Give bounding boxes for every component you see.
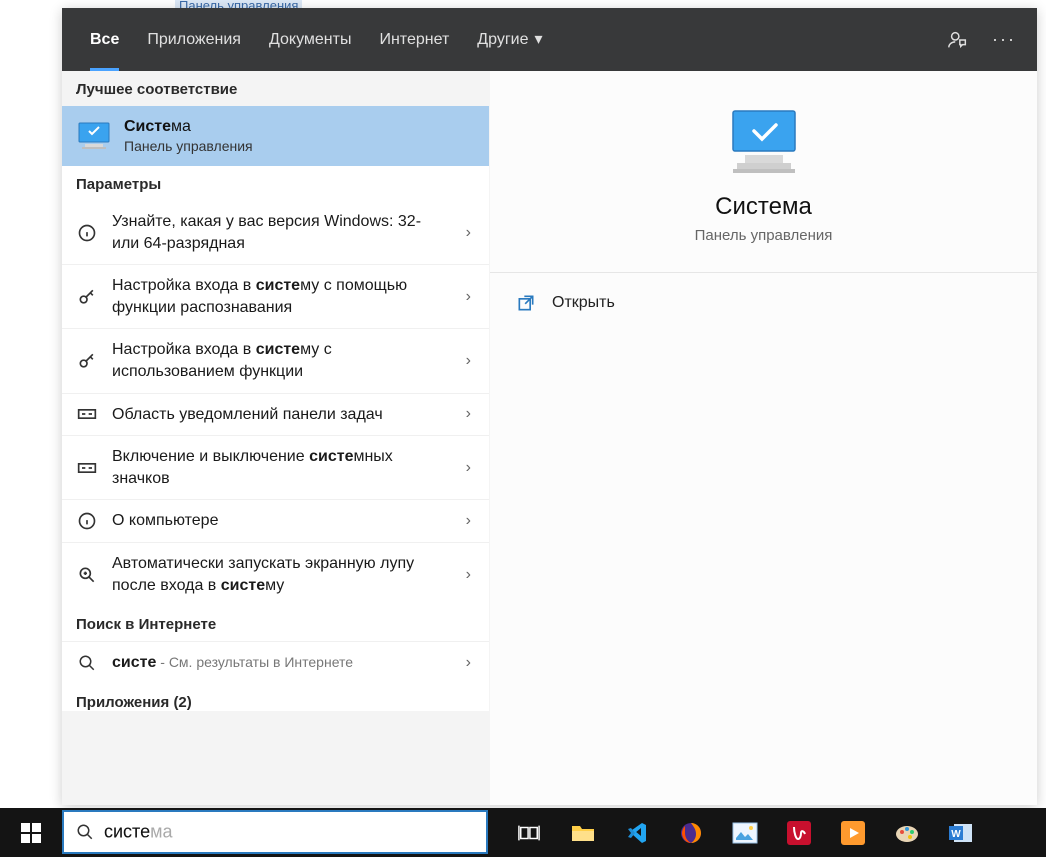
image-viewer-icon[interactable] <box>718 808 772 857</box>
settings-result[interactable]: Включение и выключение системных значков… <box>62 435 489 499</box>
preview-title: Система <box>510 193 1017 221</box>
result-text: Область уведомлений панели задач <box>112 404 448 426</box>
preview-open-action[interactable]: Открыть <box>490 273 1037 333</box>
taskbar-search-box[interactable]: система систе <box>62 810 488 854</box>
result-text: Узнайте, какая у вас версия Windows: 32-… <box>112 211 448 254</box>
result-text: Настройка входа в систему с использовани… <box>112 339 448 382</box>
search-tabs: Все Приложения Документы Интернет Другие… <box>62 8 1037 71</box>
chevron-right-icon: › <box>462 224 475 242</box>
chevron-right-icon: › <box>462 512 475 530</box>
open-icon <box>516 293 536 313</box>
settings-result[interactable]: Узнайте, какая у вас версия Windows: 32-… <box>62 201 489 264</box>
section-best-match: Лучшее соответствие <box>62 71 489 106</box>
section-settings: Параметры <box>62 166 489 201</box>
settings-result[interactable]: О компьютере › <box>62 499 489 542</box>
preview-open-label: Открыть <box>552 294 615 312</box>
search-input[interactable] <box>104 822 336 843</box>
search-icon <box>76 654 98 672</box>
result-text: Настройка входа в систему с помощью функ… <box>112 275 448 318</box>
settings-result[interactable]: Область уведомлений панели задач › <box>62 393 489 436</box>
chevron-right-icon: › <box>462 288 475 306</box>
preview-monitor-icon <box>510 107 1017 179</box>
vscode-icon[interactable] <box>610 808 664 857</box>
feedback-icon[interactable] <box>947 29 985 51</box>
tab-docs[interactable]: Документы <box>255 8 365 71</box>
tab-apps[interactable]: Приложения <box>133 8 255 71</box>
tab-other[interactable]: Другие ▾ <box>463 8 556 71</box>
monitor-icon <box>76 122 112 150</box>
chevron-right-icon: › <box>462 566 475 584</box>
search-results-panel: Все Приложения Документы Интернет Другие… <box>62 8 1037 805</box>
best-match-item[interactable]: Система Панель управления <box>62 106 489 166</box>
key-icon <box>76 287 98 307</box>
result-text: О компьютере <box>112 510 448 532</box>
info-icon <box>76 223 98 243</box>
web-result-suffix: - См. результаты в Интернете <box>156 654 353 670</box>
web-search-result[interactable]: систе - См. результаты в Интернете › <box>62 641 489 684</box>
section-web-search: Поиск в Интернете <box>62 606 489 641</box>
best-match-title-bold: Систе <box>124 118 171 135</box>
tray-icon <box>76 407 98 421</box>
result-text: Включение и выключение системных значков <box>112 446 448 489</box>
chevron-down-icon: ▾ <box>535 8 543 71</box>
section-apps-count: Приложения (2) <box>62 684 489 711</box>
firefox-icon[interactable] <box>664 808 718 857</box>
media-player-icon[interactable] <box>826 808 880 857</box>
search-icon <box>76 823 94 841</box>
best-match-title-rest: ма <box>171 118 191 135</box>
settings-result[interactable]: Настройка входа в систему с использовани… <box>62 328 489 392</box>
chevron-right-icon: › <box>462 405 475 423</box>
zoom-icon <box>76 565 98 585</box>
chevron-right-icon: › <box>462 654 475 672</box>
tab-web[interactable]: Интернет <box>365 8 463 71</box>
chevron-right-icon: › <box>462 459 475 477</box>
more-icon[interactable]: ··· <box>985 29 1023 50</box>
word-icon[interactable]: W <box>934 808 988 857</box>
preview-subtitle: Панель управления <box>510 227 1017 244</box>
web-result-query: систе <box>112 654 156 671</box>
taskbar: система систе W <box>0 808 1046 857</box>
results-left-pane: Лучшее соответствие Система Панель управ… <box>62 71 490 805</box>
chevron-right-icon: › <box>462 352 475 370</box>
svg-text:W: W <box>951 829 961 840</box>
web-result-text: систе - См. результаты в Интернете <box>112 652 448 674</box>
key-icon <box>76 351 98 371</box>
tray-icon <box>76 461 98 475</box>
task-view-button[interactable] <box>502 808 556 857</box>
paint-icon[interactable] <box>880 808 934 857</box>
result-text: Автоматически запускать экранную лупу по… <box>112 553 448 596</box>
start-button[interactable] <box>0 808 62 857</box>
file-explorer-icon[interactable] <box>556 808 610 857</box>
preview-pane: Система Панель управления Открыть <box>490 71 1037 805</box>
settings-result[interactable]: Автоматически запускать экранную лупу по… <box>62 542 489 606</box>
tab-all[interactable]: Все <box>76 8 133 71</box>
taskbar-icons: W <box>502 808 988 857</box>
settings-result[interactable]: Настройка входа в систему с помощью функ… <box>62 264 489 328</box>
best-match-text: Система Панель управления <box>124 118 253 154</box>
tab-other-label: Другие <box>477 8 528 71</box>
info-icon <box>76 511 98 531</box>
adobe-reader-icon[interactable] <box>772 808 826 857</box>
best-match-subtitle: Панель управления <box>124 138 253 154</box>
preview-header: Система Панель управления <box>490 71 1037 273</box>
